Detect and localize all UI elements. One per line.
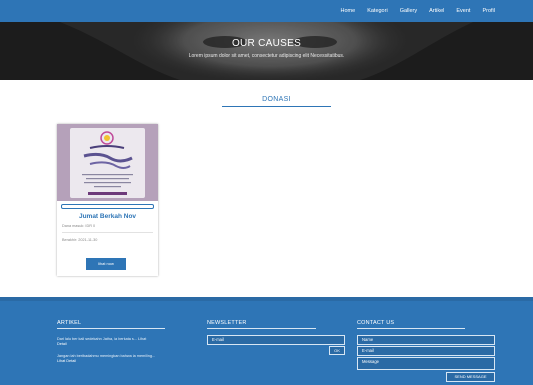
contact-message-textarea[interactable]: Message [357, 357, 495, 370]
contact-email-input[interactable]: E-mail [357, 346, 495, 356]
hero-banner: OUR CAUSES Lorem ipsum dolor sit amet, c… [0, 22, 533, 80]
donation-card[interactable]: Jumat Berkah Nov Dana masuk: IDR 0 Berak… [57, 124, 158, 276]
hero-background-image [0, 22, 533, 80]
nav-profil[interactable]: Profil [482, 8, 495, 14]
footer-top-strip [0, 297, 533, 301]
nav-gallery[interactable]: Gallery [400, 8, 417, 14]
nav-artikel[interactable]: Artikel [429, 8, 444, 14]
footer-newsletter-title: NEWSLETTER [207, 320, 247, 326]
newsletter-ok-button[interactable]: OK [329, 346, 345, 355]
nav-event[interactable]: Event [456, 8, 470, 14]
footer-artikel-item[interactable]: Jangan lah beribadahmu memingkan bahwa i… [57, 354, 169, 364]
artikel-item-text: Dari lalu ber kali sedekahn Jatha, ia be… [57, 337, 147, 341]
donation-end-date: Berakhir: 2021-11-30 [62, 238, 98, 242]
footer-artikel-underline [57, 328, 165, 329]
artikel-detail-link[interactable]: Detail [57, 342, 169, 347]
nav-menu: Home Kategori Gallery Artikel Event Prof… [341, 0, 495, 22]
newsletter-email-input[interactable]: E-mail [207, 335, 345, 345]
artikel-item-text: Jangan lah beribadahmu memingkan bahwa i… [57, 354, 156, 358]
top-navbar: Home Kategori Gallery Artikel Event Prof… [0, 0, 533, 22]
section-title-underline [222, 106, 331, 107]
footer-artikel-title: ARTIKEL [57, 320, 82, 326]
donation-title[interactable]: Jumat Berkah Nov [57, 213, 158, 220]
nav-home[interactable]: Home [341, 8, 356, 14]
nav-kategori[interactable]: Kategori [367, 8, 388, 14]
hero-title: OUR CAUSES [231, 38, 302, 49]
poster-illustration [82, 131, 133, 195]
footer-artikel-item[interactable]: Dari lalu ber kali sedekahn Jatha, ia be… [57, 337, 169, 347]
donation-progress-bar [61, 204, 154, 209]
donation-amount-text: Dana masuk: IDR 0 [62, 224, 96, 228]
section-title: DONASI [262, 96, 291, 103]
donation-poster-image [57, 124, 158, 201]
card-divider [62, 232, 153, 233]
footer-newsletter-underline [207, 328, 316, 329]
artikel-detail-link[interactable]: Lihat Detail [57, 359, 169, 364]
poster-content [70, 128, 145, 198]
send-message-button[interactable]: SEND MESSAGE [446, 372, 495, 382]
footer-contact-underline [357, 328, 465, 329]
contact-name-input[interactable]: Name [357, 335, 495, 345]
donate-now-button[interactable]: lihat now [86, 258, 126, 270]
footer-contact-title: CONTACT US [357, 320, 395, 326]
hero-subtitle: Lorem ipsum dolor sit amet, consectetur … [188, 53, 345, 59]
